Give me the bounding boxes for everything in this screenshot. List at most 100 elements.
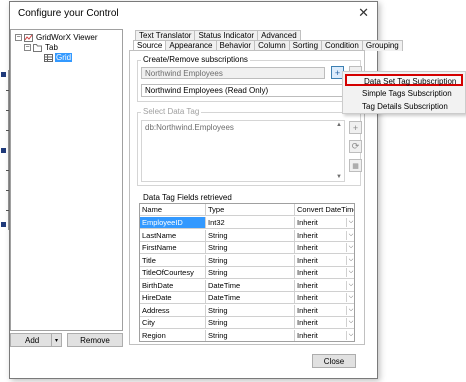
resize-handle[interactable] [1,72,6,77]
menu-item-simple-tags[interactable]: Simple Tags Subscription [345,88,463,100]
cell-type[interactable]: String [206,242,295,254]
cell-convert-datetime[interactable]: Inherit ⌵ [295,255,354,267]
calculator-icon[interactable]: ▦ [349,159,362,172]
chevron-down-icon[interactable]: ⌵ [346,318,354,327]
cell-name[interactable]: Region [140,329,206,341]
cell-convert-value: Inherit [297,280,318,290]
cell-name[interactable]: TitleOfCourtesy [140,267,206,279]
chevron-down-icon[interactable]: ⌵ [346,268,354,277]
chevron-down-icon[interactable]: ⌵ [346,230,354,240]
scroll-down-icon[interactable]: ▼ [336,174,342,180]
column-header-type[interactable]: Type [206,204,295,216]
tree-node-label: Grid [55,53,73,62]
cell-convert-value: Inherit [297,305,318,315]
subscription-type-menu: Data Set Tag Subscription Simple Tags Su… [342,71,466,114]
table-row[interactable]: EmployeeID Int32 Inherit ⌵ [140,217,354,229]
cell-convert-datetime[interactable]: Inherit ⌵ [295,330,354,341]
add-dropdown-icon[interactable]: ▾ [51,334,61,346]
cell-convert-datetime[interactable]: Inherit ⌵ [295,305,354,317]
cell-type[interactable]: String [206,317,295,329]
menu-item-tag-details[interactable]: Tag Details Subscription [345,101,463,113]
close-button[interactable]: Close [312,354,356,368]
cell-convert-value: Inherit [297,330,318,340]
add-button-label: Add [25,335,40,345]
select-tag-group-label: Select Data Tag [141,107,202,116]
cell-type[interactable]: String [206,267,295,279]
cell-name[interactable]: HireDate [140,292,206,304]
table-row[interactable]: TitleOfCourtesy String Inherit ⌵ [140,267,354,279]
tab-icon [33,43,42,52]
cell-type[interactable]: String [206,329,295,341]
fields-group-label: Data Tag Fields retrieved [141,193,234,202]
grid-header: Name Type Convert DateTime [140,204,354,216]
subscription-combo[interactable]: Northwind Employees (Read Only) ▼ [141,84,356,97]
column-header-name[interactable]: Name [140,204,206,216]
subscription-name-field[interactable]: Northwind Employees [141,67,325,79]
control-tree[interactable]: − GridWorX Viewer − Tab Grid [10,29,123,331]
table-row[interactable]: Address String Inherit ⌵ [140,304,354,317]
chevron-down-icon[interactable]: ⌵ [346,293,354,302]
remove-button[interactable]: Remove [67,333,123,347]
data-tag-list[interactable]: db:Northwind.Employees ▲ ▼ [141,120,345,182]
refresh-icon[interactable]: ⟳ [349,140,362,153]
cell-name[interactable]: BirthDate [140,279,206,292]
cell-convert-datetime[interactable]: Inherit ⌵ [295,280,354,292]
cell-convert-datetime[interactable]: Inherit ⌵ [295,230,354,242]
viewer-icon [24,33,33,42]
cell-convert-value: Inherit [297,255,318,265]
chevron-down-icon[interactable]: ⌵ [346,218,354,227]
title-bar: Configure your Control ✕ [10,2,377,24]
table-row[interactable]: HireDate DateTime Inherit ⌵ [140,292,354,304]
chevron-down-icon[interactable]: ⌵ [346,330,354,340]
scroll-up-icon[interactable]: ▲ [336,122,342,128]
table-row[interactable]: Title String Inherit ⌵ [140,254,354,267]
chevron-down-icon[interactable]: ⌵ [346,280,354,290]
add-button[interactable]: Add ▾ [10,333,62,347]
tree-node-label: GridWorX Viewer [36,33,98,42]
collapse-icon[interactable]: − [24,44,31,51]
cell-name[interactable]: Title [140,254,206,267]
grid-icon [44,53,53,62]
column-header-convert[interactable]: Convert DateTime [295,204,354,216]
cell-convert-datetime[interactable]: Inherit ⌵ [295,242,354,254]
cell-convert-value: Inherit [297,318,318,327]
cell-type[interactable]: DateTime [206,292,295,304]
cell-name[interactable]: Address [140,304,206,317]
table-row[interactable]: FirstName String Inherit ⌵ [140,242,354,254]
cell-convert-datetime[interactable]: Inherit ⌵ [295,217,354,229]
cell-convert-datetime[interactable]: Inherit ⌵ [295,292,354,304]
resize-handle[interactable] [1,222,6,227]
close-icon[interactable]: ✕ [358,5,369,21]
resize-handle[interactable] [1,148,6,153]
cell-convert-value: Inherit [297,218,318,227]
cell-convert-datetime[interactable]: Inherit ⌵ [295,317,354,329]
chevron-down-icon[interactable]: ⌵ [346,255,354,265]
cell-name[interactable]: FirstName [140,242,206,254]
cell-name[interactable]: LastName [140,229,206,242]
collapse-icon[interactable]: − [15,34,22,41]
tab-grouping[interactable]: Grouping [361,40,403,51]
tree-node-grid[interactable]: Grid [44,52,73,63]
menu-item-data-set-tag[interactable]: Data Set Tag Subscription [345,74,463,86]
list-item[interactable]: db:Northwind.Employees [145,123,234,132]
cell-convert-value: Inherit [297,268,318,277]
add-tag-icon[interactable]: + [349,121,362,134]
cell-type[interactable]: String [206,229,295,242]
cell-name[interactable]: EmployeeID [140,217,206,229]
fields-grid[interactable]: Name Type Convert DateTime EmployeeID Int… [139,203,355,342]
cell-type[interactable]: Int32 [206,217,295,229]
dialog-title: Configure your Control [18,8,119,19]
table-row[interactable]: LastName String Inherit ⌵ [140,229,354,242]
cell-type[interactable]: DateTime [206,279,295,292]
cell-name[interactable]: City [140,317,206,329]
cell-convert-datetime[interactable]: Inherit ⌵ [295,267,354,279]
table-row[interactable]: City String Inherit ⌵ [140,317,354,329]
cell-convert-value: Inherit [297,230,318,240]
table-row[interactable]: Region String Inherit ⌵ [140,329,354,341]
chevron-down-icon[interactable]: ⌵ [346,305,354,315]
cell-type[interactable]: String [206,304,295,317]
table-row[interactable]: BirthDate DateTime Inherit ⌵ [140,279,354,292]
subscriptions-group-label: Create/Remove subscriptions [141,55,250,64]
cell-type[interactable]: String [206,254,295,267]
chevron-down-icon[interactable]: ⌵ [346,243,354,252]
